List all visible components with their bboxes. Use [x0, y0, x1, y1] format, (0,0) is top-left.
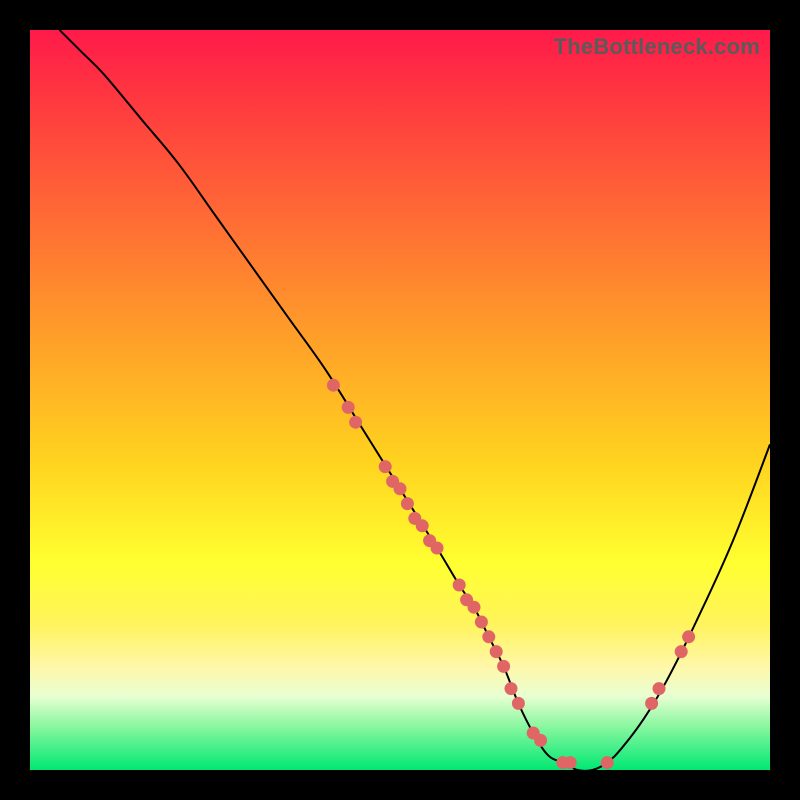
highlight-dot: [512, 697, 525, 710]
highlight-dot: [675, 645, 688, 658]
highlight-dot: [482, 630, 495, 643]
chart-svg: [30, 30, 770, 770]
highlight-dot: [475, 616, 488, 629]
highlight-dot: [682, 630, 695, 643]
highlight-dot: [505, 682, 518, 695]
highlight-dot: [490, 645, 503, 658]
bottleneck-curve: [60, 30, 770, 770]
highlight-dot: [645, 697, 658, 710]
highlight-dot: [601, 756, 614, 769]
highlight-dot: [497, 660, 510, 673]
highlight-dot: [431, 542, 444, 555]
highlight-dot: [453, 579, 466, 592]
highlight-dot: [349, 416, 362, 429]
highlight-dot: [379, 460, 392, 473]
highlight-dots: [327, 379, 695, 769]
highlight-dot: [416, 519, 429, 532]
chart-area: TheBottleneck.com: [30, 30, 770, 770]
highlight-dot: [653, 682, 666, 695]
highlight-dot: [401, 497, 414, 510]
highlight-dot: [394, 482, 407, 495]
highlight-dot: [342, 401, 355, 414]
highlight-dot: [468, 601, 481, 614]
highlight-dot: [564, 756, 577, 769]
highlight-dot: [327, 379, 340, 392]
highlight-dot: [534, 734, 547, 747]
